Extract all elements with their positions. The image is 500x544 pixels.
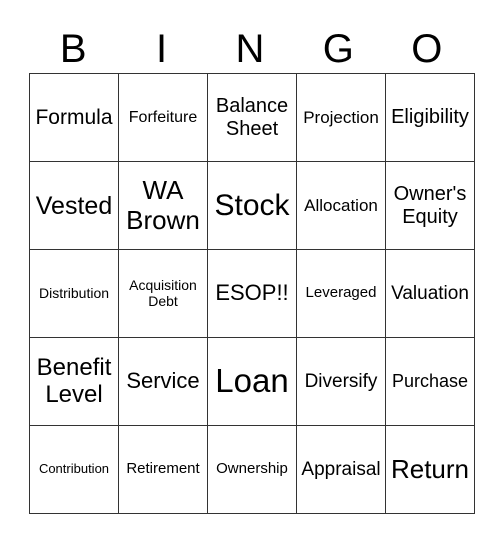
cell-text-line: Debt (148, 292, 178, 309)
bingo-cell[interactable]: Diversify (296, 337, 386, 426)
cell-text-line: Brown (126, 204, 200, 235)
bingo-cell[interactable]: Distribution (29, 249, 119, 338)
cell-text-line: Benefit (36, 353, 112, 381)
cell-text-line: WA (142, 175, 184, 206)
bingo-cell[interactable]: Leveraged (296, 249, 386, 338)
cell-text-line: Valuation (391, 282, 469, 304)
bingo-cell[interactable]: Purchase (385, 337, 475, 426)
cell-text-line: Vested (35, 191, 113, 220)
cell-text-line: Balance (215, 95, 289, 118)
header-letter-o: O (411, 27, 443, 71)
bingo-cell[interactable]: Appraisal (296, 425, 386, 514)
cell-text-line: Distribution (38, 284, 110, 301)
bingo-cell[interactable]: Contribution (29, 425, 119, 514)
bingo-cell[interactable]: Retirement (118, 425, 208, 514)
cell-text-line: Contribution (38, 461, 110, 477)
grid-row: Vested WA Brown Stock Allocation Owner's Equit… (29, 161, 475, 250)
bingo-cell[interactable]: Service (118, 337, 208, 426)
bingo-cell[interactable]: Loan (207, 337, 297, 426)
bingo-cell[interactable]: Allocation (296, 161, 386, 250)
bingo-cell[interactable]: Forfeiture (118, 73, 208, 162)
bingo-cell[interactable]: Return (385, 425, 475, 514)
bingo-cell[interactable]: ESOP!! (207, 249, 297, 338)
bingo-cell[interactable]: Benefit Level (29, 337, 119, 426)
bingo-cell[interactable]: Balance Sheet (207, 73, 297, 162)
cell-text-line: Sheet (225, 117, 279, 140)
cell-text-line: Formula (35, 105, 113, 129)
bingo-grid: Formula Forfeiture Balance Sheet Projection E… (29, 73, 475, 514)
bingo-cell[interactable]: Ownership (207, 425, 297, 514)
cell-text-line: Loan (215, 362, 289, 400)
cell-text-line: Acquisition (129, 276, 197, 293)
cell-text-line: ESOP!! (215, 280, 289, 306)
grid-row: Benefit Level Service Loan Diversify Purchase (29, 337, 475, 426)
cell-text-line: Level (45, 380, 103, 408)
cell-text-line: Eligibility (391, 106, 469, 129)
cell-text-line: Allocation (304, 195, 378, 215)
grid-row: Distribution Acquisition Debt ESOP!! Leverag… (29, 249, 475, 338)
header-letter-g: G (322, 27, 354, 71)
cell-text-line: Equity (402, 205, 458, 228)
cell-text-line: Ownership (216, 460, 288, 478)
cell-text-line: Appraisal (301, 458, 381, 480)
cell-text-line: Owner's (393, 183, 467, 206)
header-letter-n: N (235, 27, 265, 71)
cell-text-line: Return (390, 453, 470, 484)
cell-text-line: Leveraged (305, 284, 377, 302)
cell-text-line: Purchase (391, 371, 469, 392)
bingo-cell[interactable]: Valuation (385, 249, 475, 338)
bingo-cell[interactable]: Stock (207, 161, 297, 250)
cell-text-line: Projection (303, 107, 379, 127)
cell-text-line: Retirement (126, 460, 200, 478)
grid-row: Contribution Retirement Ownership Appraisal… (29, 425, 475, 514)
bingo-cell[interactable]: Projection (296, 73, 386, 162)
cell-text-line: Stock (214, 188, 290, 222)
bingo-cell[interactable]: Formula (29, 73, 119, 162)
header-letter-b: B (59, 27, 87, 71)
cell-text-line: Diversify (304, 370, 378, 392)
bingo-cell[interactable]: Acquisition Debt (118, 249, 208, 338)
cell-text-line: Service (126, 368, 200, 394)
cell-text-line: Forfeiture (128, 108, 198, 126)
bingo-cell[interactable]: WA Brown (118, 161, 208, 250)
bingo-header: B I N G O (29, 26, 471, 72)
grid-row: Formula Forfeiture Balance Sheet Projection E… (29, 73, 475, 162)
bingo-cell[interactable]: Owner's Equity (385, 161, 475, 250)
bingo-cell[interactable]: Eligibility (385, 73, 475, 162)
bingo-cell[interactable]: Vested (29, 161, 119, 250)
header-letter-i: I (156, 27, 168, 71)
